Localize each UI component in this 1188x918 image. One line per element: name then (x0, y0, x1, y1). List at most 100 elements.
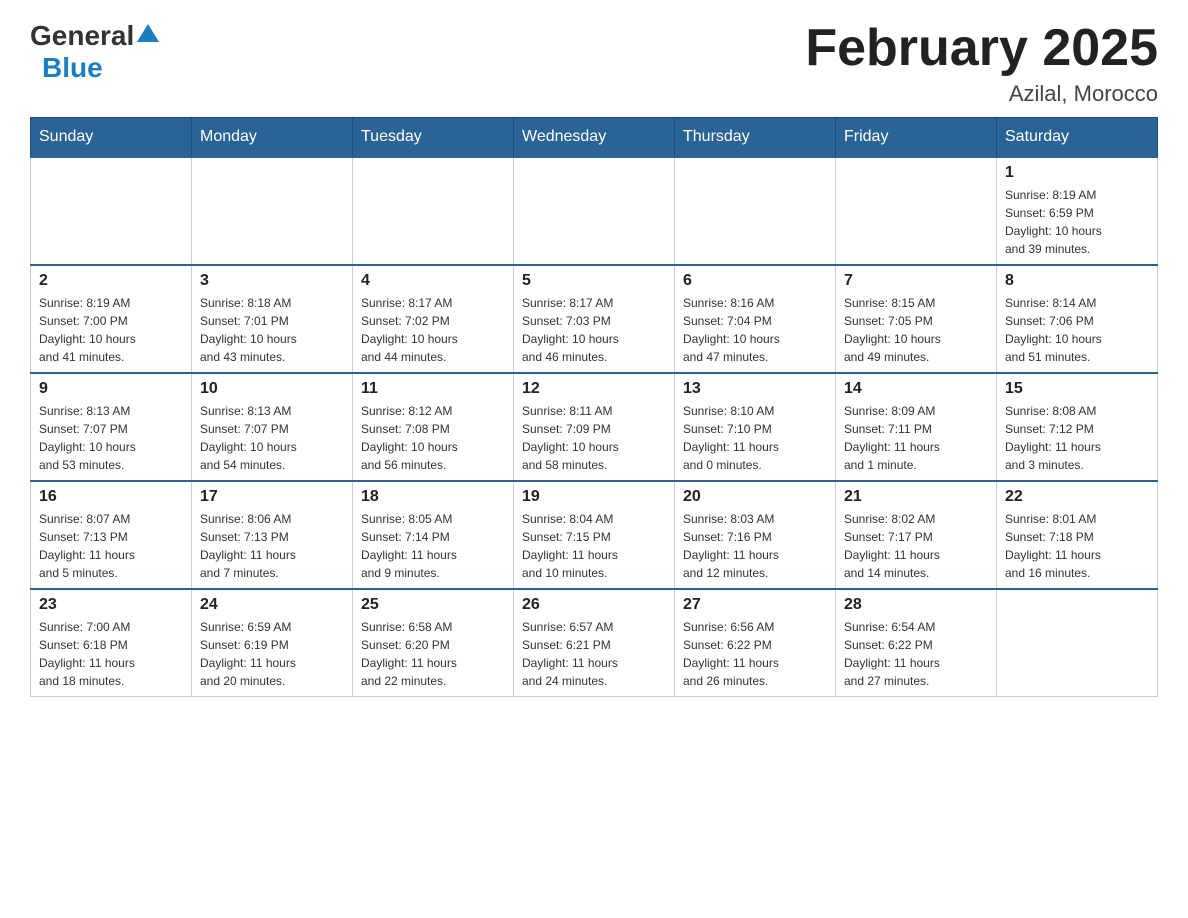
day-number: 21 (844, 488, 988, 506)
calendar-table: SundayMondayTuesdayWednesdayThursdayFrid… (30, 117, 1158, 697)
day-header-friday: Friday (836, 118, 997, 158)
day-info: Sunrise: 8:14 AMSunset: 7:06 PMDaylight:… (1005, 294, 1149, 366)
calendar-cell: 26 Sunrise: 6:57 AMSunset: 6:21 PMDayligh… (514, 589, 675, 697)
day-info: Sunrise: 8:13 AMSunset: 7:07 PMDaylight:… (39, 402, 183, 474)
calendar-week-row: 1Sunrise: 8:19 AMSunset: 6:59 PMDaylight… (31, 157, 1158, 265)
day-number: 16 (39, 488, 183, 506)
day-header-monday: Monday (192, 118, 353, 158)
day-number: 6 (683, 272, 827, 290)
day-header-saturday: Saturday (997, 118, 1158, 158)
calendar-cell: 9 Sunrise: 8:13 AMSunset: 7:07 PMDaylight… (31, 373, 192, 481)
day-info: Sunrise: 8:17 AMSunset: 7:02 PMDaylight:… (361, 294, 505, 366)
day-info: Sunrise: 8:19 AMSunset: 6:59 PMDaylight:… (1005, 186, 1149, 258)
day-info: Sunrise: 8:16 AMSunset: 7:04 PMDaylight:… (683, 294, 827, 366)
calendar-cell: 28 Sunrise: 6:54 AMSunset: 6:22 PMDayligh… (836, 589, 997, 697)
day-number: 13 (683, 380, 827, 398)
calendar-week-row: 9 Sunrise: 8:13 AMSunset: 7:07 PMDaylight… (31, 373, 1158, 481)
day-info: Sunrise: 8:04 AMSunset: 7:15 PMDaylight:… (522, 510, 666, 582)
calendar-cell: 20 Sunrise: 8:03 AMSunset: 7:16 PMDayligh… (675, 481, 836, 589)
calendar-cell (997, 589, 1158, 697)
day-number: 4 (361, 272, 505, 290)
location: Azilal, Morocco (805, 81, 1158, 107)
day-info: Sunrise: 8:05 AMSunset: 7:14 PMDaylight:… (361, 510, 505, 582)
calendar-week-row: 16 Sunrise: 8:07 AMSunset: 7:13 PMDayligh… (31, 481, 1158, 589)
day-header-thursday: Thursday (675, 118, 836, 158)
day-number: 25 (361, 596, 505, 614)
day-number: 11 (361, 380, 505, 398)
calendar-cell: 27 Sunrise: 6:56 AMSunset: 6:22 PMDayligh… (675, 589, 836, 697)
calendar-cell: 11 Sunrise: 8:12 AMSunset: 7:08 PMDayligh… (353, 373, 514, 481)
day-info: Sunrise: 8:10 AMSunset: 7:10 PMDaylight:… (683, 402, 827, 474)
calendar-cell: 3 Sunrise: 8:18 AMSunset: 7:01 PMDaylight… (192, 265, 353, 373)
day-info: Sunrise: 8:18 AMSunset: 7:01 PMDaylight:… (200, 294, 344, 366)
day-info: Sunrise: 6:58 AMSunset: 6:20 PMDaylight:… (361, 618, 505, 690)
calendar-cell: 1Sunrise: 8:19 AMSunset: 6:59 PMDaylight… (997, 157, 1158, 265)
day-info: Sunrise: 8:19 AMSunset: 7:00 PMDaylight:… (39, 294, 183, 366)
calendar-cell: 6 Sunrise: 8:16 AMSunset: 7:04 PMDaylight… (675, 265, 836, 373)
day-number: 23 (39, 596, 183, 614)
calendar-cell: 23 Sunrise: 7:00 AMSunset: 6:18 PMDayligh… (31, 589, 192, 697)
calendar-cell: 12Sunrise: 8:11 AMSunset: 7:09 PMDayligh… (514, 373, 675, 481)
day-info: Sunrise: 8:03 AMSunset: 7:16 PMDaylight:… (683, 510, 827, 582)
calendar-cell (353, 157, 514, 265)
day-number: 7 (844, 272, 988, 290)
calendar-week-row: 23 Sunrise: 7:00 AMSunset: 6:18 PMDayligh… (31, 589, 1158, 697)
calendar-header-row: SundayMondayTuesdayWednesdayThursdayFrid… (31, 118, 1158, 158)
page-header: General Blue February 2025 Azilal, Moroc… (30, 20, 1158, 107)
day-info: Sunrise: 8:07 AMSunset: 7:13 PMDaylight:… (39, 510, 183, 582)
day-info: Sunrise: 6:57 AMSunset: 6:21 PMDaylight:… (522, 618, 666, 690)
day-number: 22 (1005, 488, 1149, 506)
calendar-cell: 13 Sunrise: 8:10 AMSunset: 7:10 PMDayligh… (675, 373, 836, 481)
logo-blue-text: Blue (42, 52, 103, 84)
logo-triangle-icon (137, 24, 159, 42)
calendar-week-row: 2 Sunrise: 8:19 AMSunset: 7:00 PMDaylight… (31, 265, 1158, 373)
calendar-cell: 10Sunrise: 8:13 AMSunset: 7:07 PMDayligh… (192, 373, 353, 481)
calendar-cell: 17Sunrise: 8:06 AMSunset: 7:13 PMDayligh… (192, 481, 353, 589)
day-number: 15 (1005, 380, 1149, 398)
day-info: Sunrise: 8:15 AMSunset: 7:05 PMDaylight:… (844, 294, 988, 366)
day-info: Sunrise: 6:54 AMSunset: 6:22 PMDaylight:… (844, 618, 988, 690)
day-info: Sunrise: 8:09 AMSunset: 7:11 PMDaylight:… (844, 402, 988, 474)
day-header-tuesday: Tuesday (353, 118, 514, 158)
calendar-cell (836, 157, 997, 265)
day-info: Sunrise: 8:17 AMSunset: 7:03 PMDaylight:… (522, 294, 666, 366)
day-number: 5 (522, 272, 666, 290)
day-number: 26 (522, 596, 666, 614)
day-number: 27 (683, 596, 827, 614)
day-info: Sunrise: 6:56 AMSunset: 6:22 PMDaylight:… (683, 618, 827, 690)
day-number: 28 (844, 596, 988, 614)
calendar-cell: 15 Sunrise: 8:08 AMSunset: 7:12 PMDayligh… (997, 373, 1158, 481)
day-number: 3 (200, 272, 344, 290)
month-title: February 2025 (805, 20, 1158, 77)
day-info: Sunrise: 8:02 AMSunset: 7:17 PMDaylight:… (844, 510, 988, 582)
logo-general-text: General (30, 20, 134, 52)
calendar-cell: 16 Sunrise: 8:07 AMSunset: 7:13 PMDayligh… (31, 481, 192, 589)
calendar-cell: 2 Sunrise: 8:19 AMSunset: 7:00 PMDaylight… (31, 265, 192, 373)
logo: General Blue (30, 20, 159, 84)
day-number: 8 (1005, 272, 1149, 290)
day-info: Sunrise: 8:01 AMSunset: 7:18 PMDaylight:… (1005, 510, 1149, 582)
day-info: Sunrise: 8:12 AMSunset: 7:08 PMDaylight:… (361, 402, 505, 474)
calendar-cell: 14 Sunrise: 8:09 AMSunset: 7:11 PMDayligh… (836, 373, 997, 481)
day-number: 17 (200, 488, 344, 506)
calendar-cell: 25 Sunrise: 6:58 AMSunset: 6:20 PMDayligh… (353, 589, 514, 697)
day-info: Sunrise: 7:00 AMSunset: 6:18 PMDaylight:… (39, 618, 183, 690)
day-number: 18 (361, 488, 505, 506)
day-number: 20 (683, 488, 827, 506)
day-number: 2 (39, 272, 183, 290)
calendar-cell (514, 157, 675, 265)
calendar-cell: 18 Sunrise: 8:05 AMSunset: 7:14 PMDayligh… (353, 481, 514, 589)
day-number: 14 (844, 380, 988, 398)
day-info: Sunrise: 8:08 AMSunset: 7:12 PMDaylight:… (1005, 402, 1149, 474)
day-number: 19 (522, 488, 666, 506)
day-number: 9 (39, 380, 183, 398)
day-info: Sunrise: 6:59 AMSunset: 6:19 PMDaylight:… (200, 618, 344, 690)
calendar-cell (192, 157, 353, 265)
day-header-wednesday: Wednesday (514, 118, 675, 158)
calendar-cell: 4 Sunrise: 8:17 AMSunset: 7:02 PMDaylight… (353, 265, 514, 373)
calendar-cell: 22 Sunrise: 8:01 AMSunset: 7:18 PMDayligh… (997, 481, 1158, 589)
calendar-cell (31, 157, 192, 265)
calendar-cell: 21 Sunrise: 8:02 AMSunset: 7:17 PMDayligh… (836, 481, 997, 589)
day-number: 10 (200, 380, 344, 398)
day-info: Sunrise: 8:11 AMSunset: 7:09 PMDaylight:… (522, 402, 666, 474)
